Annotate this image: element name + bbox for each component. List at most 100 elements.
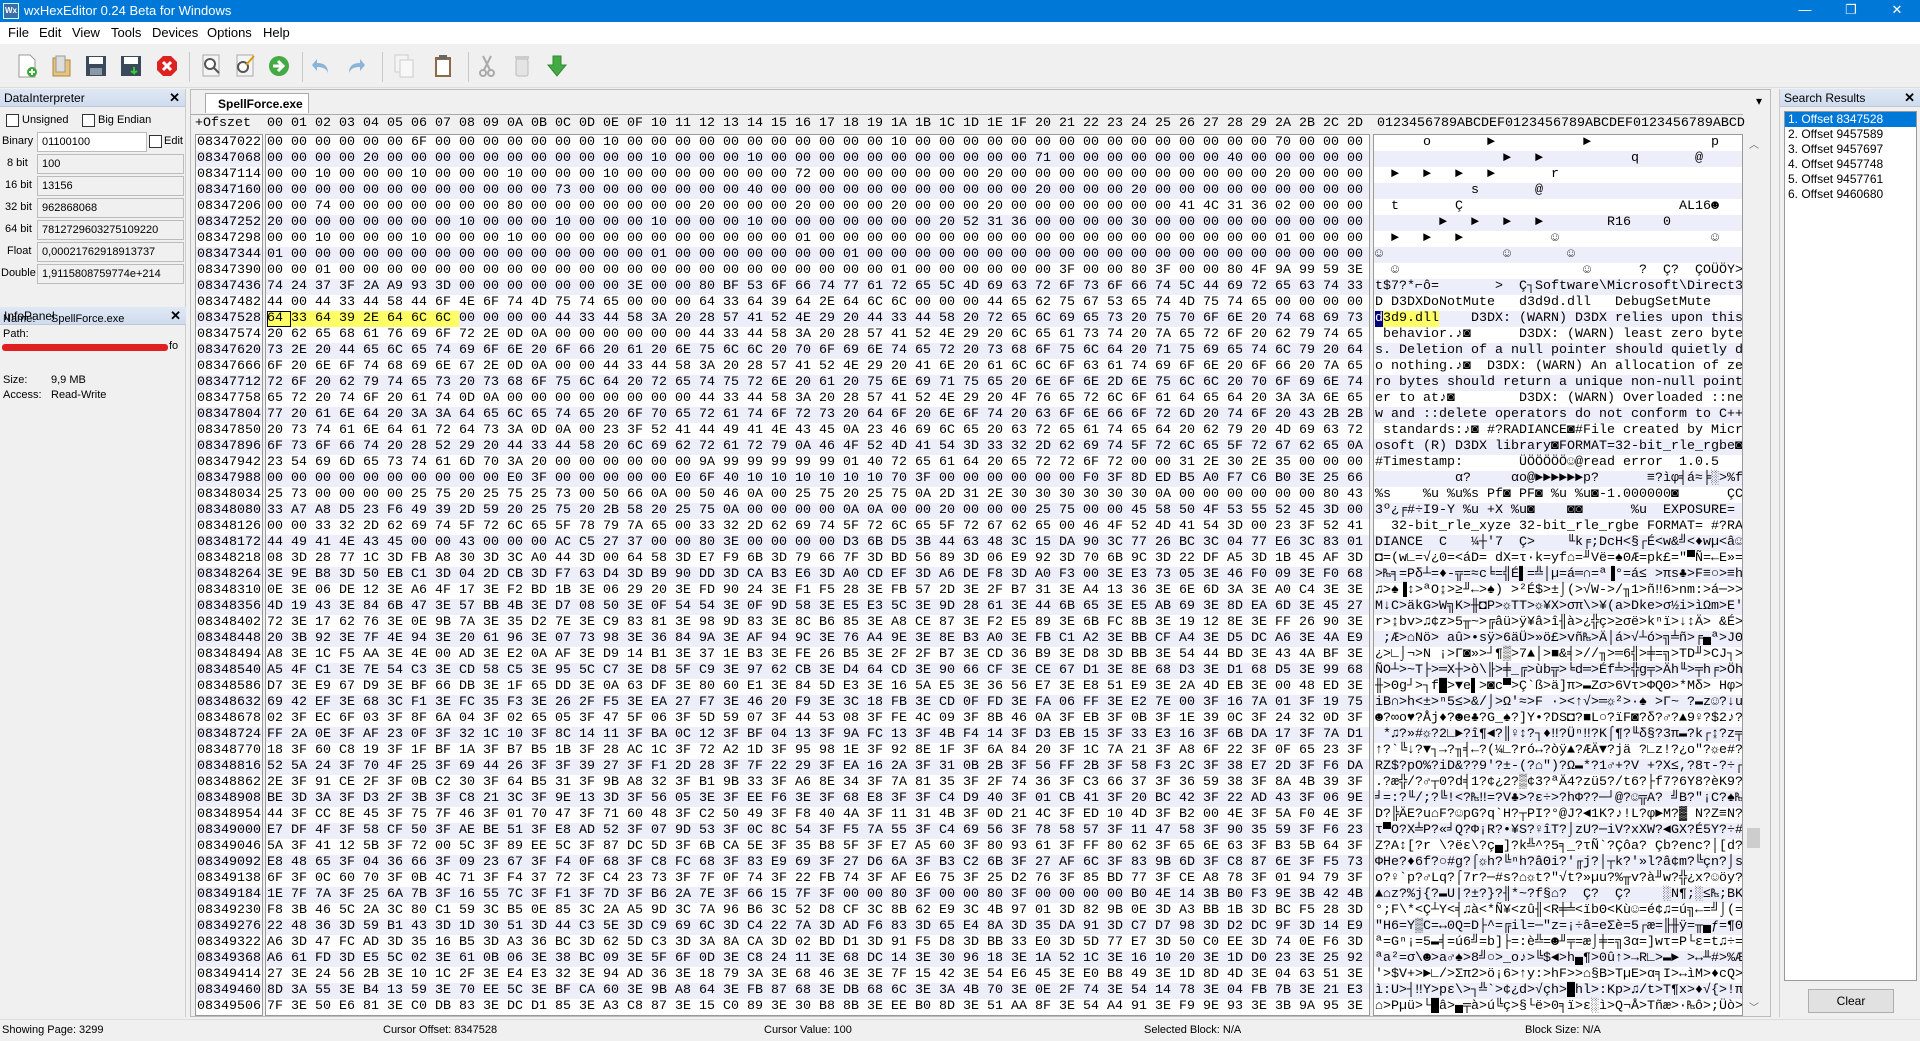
hex-byte[interactable]: 83 (747, 855, 771, 871)
hex-byte[interactable]: 00 (915, 503, 939, 519)
hex-byte[interactable]: C8 (1227, 855, 1251, 871)
hex-byte[interactable]: 54 (795, 823, 819, 839)
hex-byte[interactable]: 3F (1059, 711, 1083, 727)
text-char[interactable] (1511, 391, 1519, 407)
hex-byte[interactable]: 3F (963, 807, 987, 823)
text-char[interactable]: ¢ (1431, 615, 1439, 631)
text-char[interactable]: S (1695, 503, 1703, 519)
text-char[interactable] (1383, 263, 1391, 279)
hex-byte[interactable]: 0F (1275, 743, 1299, 759)
text-char[interactable]: ª (1599, 567, 1607, 583)
text-char[interactable]: ▄ (1495, 839, 1503, 855)
text-char[interactable]: * (1583, 759, 1591, 775)
hex-byte[interactable]: 9D (771, 599, 795, 615)
hex-byte[interactable]: 59 (1203, 775, 1227, 791)
hex-byte[interactable]: B8 (1107, 967, 1131, 983)
text-char[interactable]: P (1423, 823, 1431, 839)
hex-byte[interactable]: 3F (339, 823, 363, 839)
hex-byte[interactable]: 3E (1347, 583, 1369, 599)
text-char[interactable] (1663, 135, 1671, 151)
hex-byte[interactable]: 59 (459, 903, 483, 919)
hex-byte[interactable]: C1 (1059, 631, 1083, 647)
hex-byte[interactable]: 6F (483, 295, 507, 311)
hex-byte[interactable]: D4 (843, 663, 867, 679)
hex-byte[interactable]: 6E (939, 407, 963, 423)
hex-byte[interactable]: 3E (819, 599, 843, 615)
text-char[interactable] (1519, 167, 1527, 183)
hex-byte[interactable]: 20 (1251, 423, 1275, 439)
text-char[interactable] (1399, 487, 1407, 503)
hex-byte[interactable]: 23 (1275, 951, 1299, 967)
hex-byte[interactable]: 00 (459, 471, 483, 487)
text-char[interactable]: f (1559, 551, 1567, 567)
text-char[interactable]: f (1535, 887, 1543, 903)
text-char[interactable]: j (1615, 743, 1623, 759)
hex-byte[interactable]: 64 (459, 407, 483, 423)
hex-row[interactable]: E7 DF 4F 3F 58 CF 50 3F AE BE 51 3F E8 AD 52 3F 07 9D 53 3F… (266, 823, 1369, 839)
text-char[interactable]: > (1575, 615, 1583, 631)
hex-byte[interactable]: 00 (723, 167, 747, 183)
text-char[interactable]: â (1535, 615, 1543, 631)
text-char[interactable] (1487, 455, 1495, 471)
text-char[interactable]: ? (1591, 759, 1599, 775)
hex-byte[interactable]: 00 (291, 295, 315, 311)
text-char[interactable]: D (1375, 807, 1383, 823)
hex-byte[interactable]: 20 (1131, 183, 1155, 199)
text-char[interactable] (1415, 215, 1423, 231)
text-char[interactable]: i (1687, 343, 1695, 359)
text-char[interactable]: ⌂ (1383, 887, 1391, 903)
hex-byte[interactable]: 00 (1059, 135, 1083, 151)
hex-byte[interactable]: 20 (843, 407, 867, 423)
hex-byte[interactable]: 20 (267, 327, 291, 343)
hex-byte[interactable]: 3F (1347, 775, 1369, 791)
hex-byte[interactable]: CE (1035, 663, 1059, 679)
text-char[interactable]: D (1407, 295, 1415, 311)
text-char[interactable]: ═ (1583, 663, 1591, 679)
hex-byte[interactable]: 50 (603, 599, 627, 615)
text-char[interactable] (1391, 391, 1399, 407)
hex-byte[interactable]: 72 (867, 519, 891, 535)
hex-byte[interactable]: 00 (435, 183, 459, 199)
text-char[interactable]: Y (1711, 823, 1719, 839)
text-char[interactable]: ► (1551, 471, 1559, 487)
hex-byte[interactable]: 8A (987, 919, 1011, 935)
text-char[interactable] (1711, 679, 1719, 695)
text-char[interactable]: r (1687, 327, 1695, 343)
hex-byte[interactable]: 5C (939, 279, 963, 295)
text-char[interactable]: t (1407, 439, 1415, 455)
hex-byte[interactable]: 4E (939, 391, 963, 407)
text-char[interactable]: m (1679, 407, 1687, 423)
text-char[interactable]: % (1615, 871, 1623, 887)
text-char[interactable]: Θ (1663, 679, 1671, 695)
hex-byte[interactable]: 3F (675, 711, 699, 727)
hex-byte[interactable]: E2 (1131, 695, 1155, 711)
hex-byte[interactable]: 00 (1059, 471, 1083, 487)
text-char[interactable]: n (1599, 359, 1607, 375)
text-char[interactable]: 9 (1687, 711, 1695, 727)
text-char[interactable] (1391, 247, 1399, 263)
hex-byte[interactable]: 6F (819, 343, 843, 359)
text-char[interactable] (1463, 151, 1471, 167)
delete-icon[interactable] (508, 52, 536, 80)
hex-byte[interactable]: 00 (435, 471, 459, 487)
hex-byte[interactable]: 02 (1275, 199, 1299, 215)
hex-byte[interactable]: 27 (675, 695, 699, 711)
text-char[interactable]: ? (1543, 711, 1551, 727)
hex-byte[interactable]: 65 (1323, 439, 1347, 455)
hex-byte[interactable]: 00 (507, 135, 531, 151)
hex-byte[interactable]: 00 (1203, 183, 1227, 199)
text-char[interactable]: & (1671, 535, 1679, 551)
text-char[interactable]: y (1551, 551, 1559, 567)
hex-byte[interactable]: C2 (699, 807, 723, 823)
text-char[interactable]: > (1479, 679, 1487, 695)
text-char[interactable] (1583, 247, 1591, 263)
text-char[interactable]: ` (1391, 743, 1399, 759)
hex-byte[interactable]: 29 (795, 759, 819, 775)
text-char[interactable]: á (1567, 567, 1575, 583)
text-char[interactable]: b (1399, 615, 1407, 631)
hex-byte[interactable]: 44 (555, 439, 579, 455)
hex-byte[interactable]: 81 (651, 615, 675, 631)
hex-byte[interactable]: 25 (987, 871, 1011, 887)
hex-byte[interactable]: 9A (843, 727, 867, 743)
hex-byte[interactable]: 00 (939, 167, 963, 183)
